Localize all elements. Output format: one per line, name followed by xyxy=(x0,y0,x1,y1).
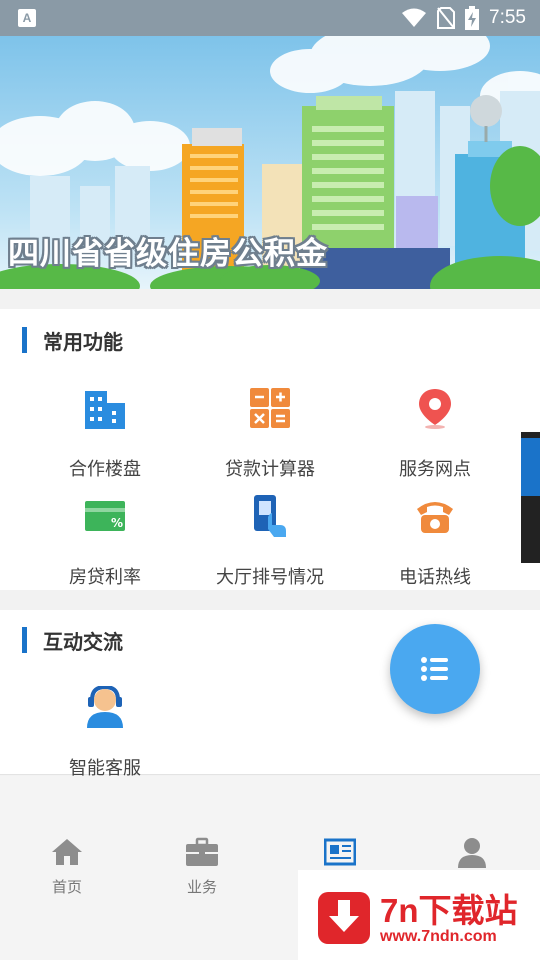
no-sim-icon xyxy=(437,7,456,29)
func-hall-queue[interactable]: 大厅排号情况 xyxy=(180,495,360,595)
telephone-icon xyxy=(417,502,453,533)
person-icon xyxy=(458,838,486,868)
func-label: 贷款计算器 xyxy=(225,459,315,480)
location-pin-icon xyxy=(419,389,451,429)
tab-label: 业务 xyxy=(186,878,217,896)
watermark-url: www.7ndn.com xyxy=(380,928,497,945)
section-accent-bar xyxy=(22,327,27,353)
svg-text:%: % xyxy=(111,516,123,530)
battery-charging-icon xyxy=(465,6,480,30)
section-header-common: 常用功能 xyxy=(22,326,123,354)
queue-ticket-icon xyxy=(254,495,286,537)
app-notification-icon: A xyxy=(18,9,36,27)
wifi-icon xyxy=(402,8,427,27)
func-label: 电话热线 xyxy=(399,567,471,588)
func-label: 服务网点 xyxy=(399,459,471,480)
func-mortgage-rate[interactable]: % 房贷利率 xyxy=(15,495,195,595)
status-bar: A 7:55 xyxy=(0,0,540,36)
customer-service-icon xyxy=(87,686,123,728)
building-icon xyxy=(85,391,125,429)
banner-title: 四川省省级住房公积金 xyxy=(8,236,328,272)
banner[interactable]: 四川省省级住房公积金 xyxy=(0,36,540,289)
watermark-brand: 7n下载站 xyxy=(380,892,518,929)
download-arrow-icon xyxy=(318,892,370,944)
rate-card-icon: % xyxy=(85,501,125,531)
edge-side-widget[interactable] xyxy=(521,432,540,563)
section-accent-bar xyxy=(22,627,27,653)
section-title: 互动交流 xyxy=(43,629,123,654)
calculator-icon xyxy=(250,388,290,428)
news-icon xyxy=(324,838,356,866)
common-functions-card: 常用功能 合作楼盘 贷款计算器 服务网点 % 房贷利率 大厅排号情况 电话热线 xyxy=(0,309,540,590)
func-partner-estates[interactable]: 合作楼盘 xyxy=(15,387,195,487)
section-header-interaction: 互动交流 xyxy=(22,626,123,654)
section-title: 常用功能 xyxy=(43,329,123,354)
floating-menu-button[interactable] xyxy=(390,624,480,714)
tab-label: 首页 xyxy=(51,878,82,896)
list-menu-icon xyxy=(421,657,448,681)
site-watermark: 7n下载站 www.7ndn.com xyxy=(298,870,540,960)
func-loan-calculator[interactable]: 贷款计算器 xyxy=(180,387,360,487)
func-smart-customer-service[interactable]: 智能客服 xyxy=(15,686,195,786)
edge-widget-accent xyxy=(521,438,540,496)
func-label: 合作楼盘 xyxy=(69,459,141,480)
func-label: 大厅排号情况 xyxy=(216,567,324,588)
home-icon xyxy=(52,839,82,865)
briefcase-icon xyxy=(186,837,218,866)
clock: 7:55 xyxy=(489,7,526,28)
func-label: 房贷利率 xyxy=(69,567,141,588)
func-service-outlets[interactable]: 服务网点 xyxy=(345,387,525,487)
func-phone-hotline[interactable]: 电话热线 xyxy=(345,495,525,595)
